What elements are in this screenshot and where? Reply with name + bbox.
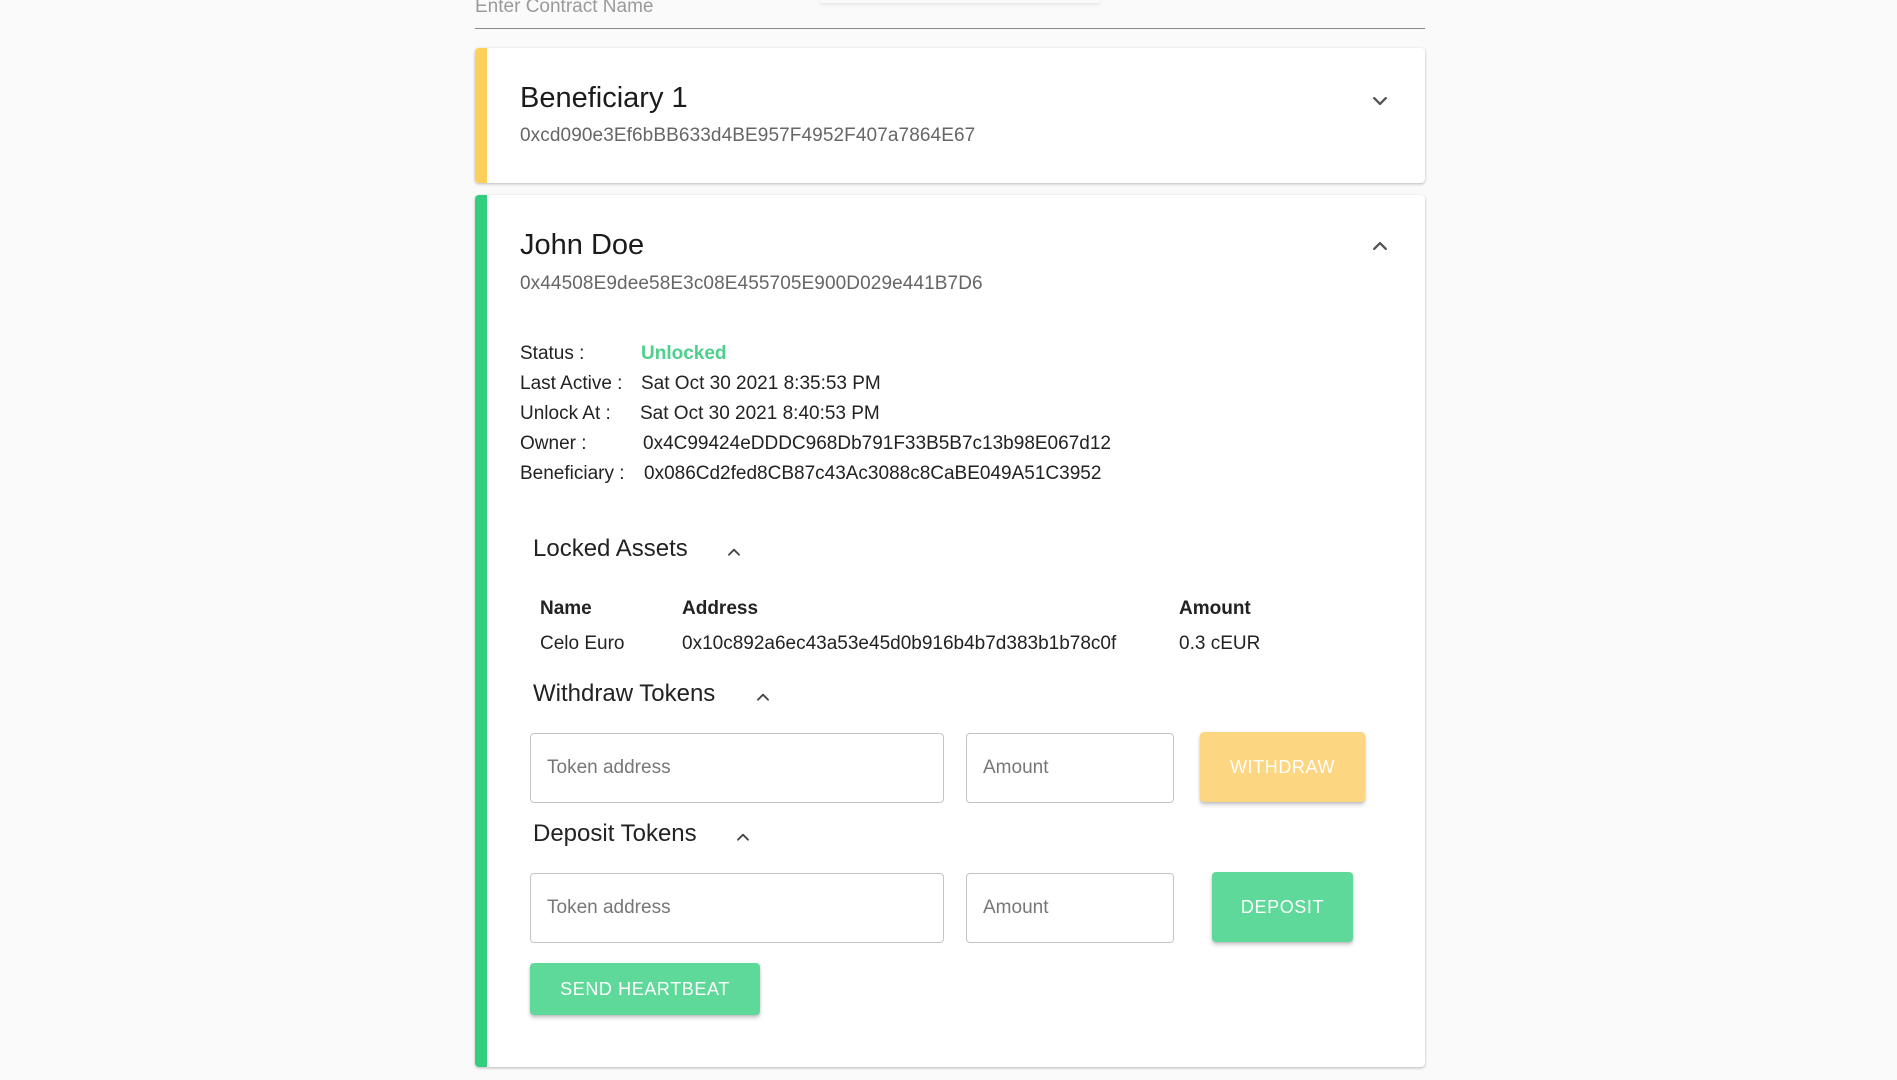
card-address: 0x44508E9dee58E3c08E455705E900D029e441B7… — [520, 273, 983, 294]
contract-name-field — [475, 0, 1425, 29]
asset-name-cell: Celo Euro — [540, 633, 625, 654]
last-active-label: Last Active : — [520, 373, 623, 394]
chevron-up-icon[interactable] — [752, 686, 774, 708]
assets-header-name: Name — [540, 598, 592, 619]
owner-label: Owner : — [520, 433, 587, 454]
withdraw-tokens-title: Withdraw Tokens — [533, 680, 716, 707]
beneficiary-label: Beneficiary : — [520, 463, 625, 484]
status-label: Status : — [520, 343, 585, 364]
top-shadow-decoration — [820, 0, 1100, 3]
card-title: John Doe — [520, 229, 645, 261]
chevron-down-icon[interactable] — [1366, 87, 1394, 115]
card-accent-green — [475, 195, 487, 1067]
assets-header-amount: Amount — [1179, 598, 1251, 619]
deposit-button[interactable]: DEPOSIT — [1212, 872, 1353, 942]
card-title: Beneficiary 1 — [520, 82, 688, 114]
owner-value: 0x4C99424eDDDC968Db791F33B5B7c13b98E067d… — [643, 433, 1111, 454]
withdraw-amount-input[interactable] — [966, 733, 1174, 803]
card-address: 0xcd090e3Ef6bBB633d4BE957F4952F407a7864E… — [520, 125, 976, 146]
status-value: Unlocked — [641, 343, 727, 364]
assets-header-address: Address — [682, 598, 759, 619]
send-heartbeat-button[interactable]: SEND HEARTBEAT — [530, 963, 760, 1015]
unlock-at-value: Sat Oct 30 2021 8:40:53 PM — [640, 403, 880, 424]
withdraw-button[interactable]: WITHDRAW — [1200, 732, 1365, 802]
chevron-up-icon[interactable] — [1366, 232, 1394, 260]
last-active-value: Sat Oct 30 2021 8:35:53 PM — [641, 373, 881, 394]
deposit-token-address-input[interactable] — [530, 873, 944, 943]
card-accent-yellow — [475, 48, 487, 183]
locked-assets-title: Locked Assets — [533, 535, 688, 562]
unlock-at-label: Unlock At : — [520, 403, 611, 424]
asset-amount-cell: 0.3 cEUR — [1179, 633, 1261, 654]
deposit-tokens-title: Deposit Tokens — [533, 820, 697, 847]
asset-address-cell: 0x10c892a6ec43a53e45d0b916b4b7d383b1b78c… — [682, 633, 1117, 654]
chevron-up-icon[interactable] — [723, 541, 745, 563]
beneficiary-value: 0x086Cd2fed8CB87c43Ac3088c8CaBE049A51C39… — [644, 463, 1102, 484]
chevron-up-icon[interactable] — [732, 826, 754, 848]
beneficiary-card-2: John Doe 0x44508E9dee58E3c08E455705E900D… — [475, 195, 1425, 1067]
withdraw-token-address-input[interactable] — [530, 733, 944, 803]
deposit-amount-input[interactable] — [966, 873, 1174, 943]
beneficiary-card-1[interactable]: Beneficiary 1 0xcd090e3Ef6bBB633d4BE957F… — [475, 48, 1425, 183]
